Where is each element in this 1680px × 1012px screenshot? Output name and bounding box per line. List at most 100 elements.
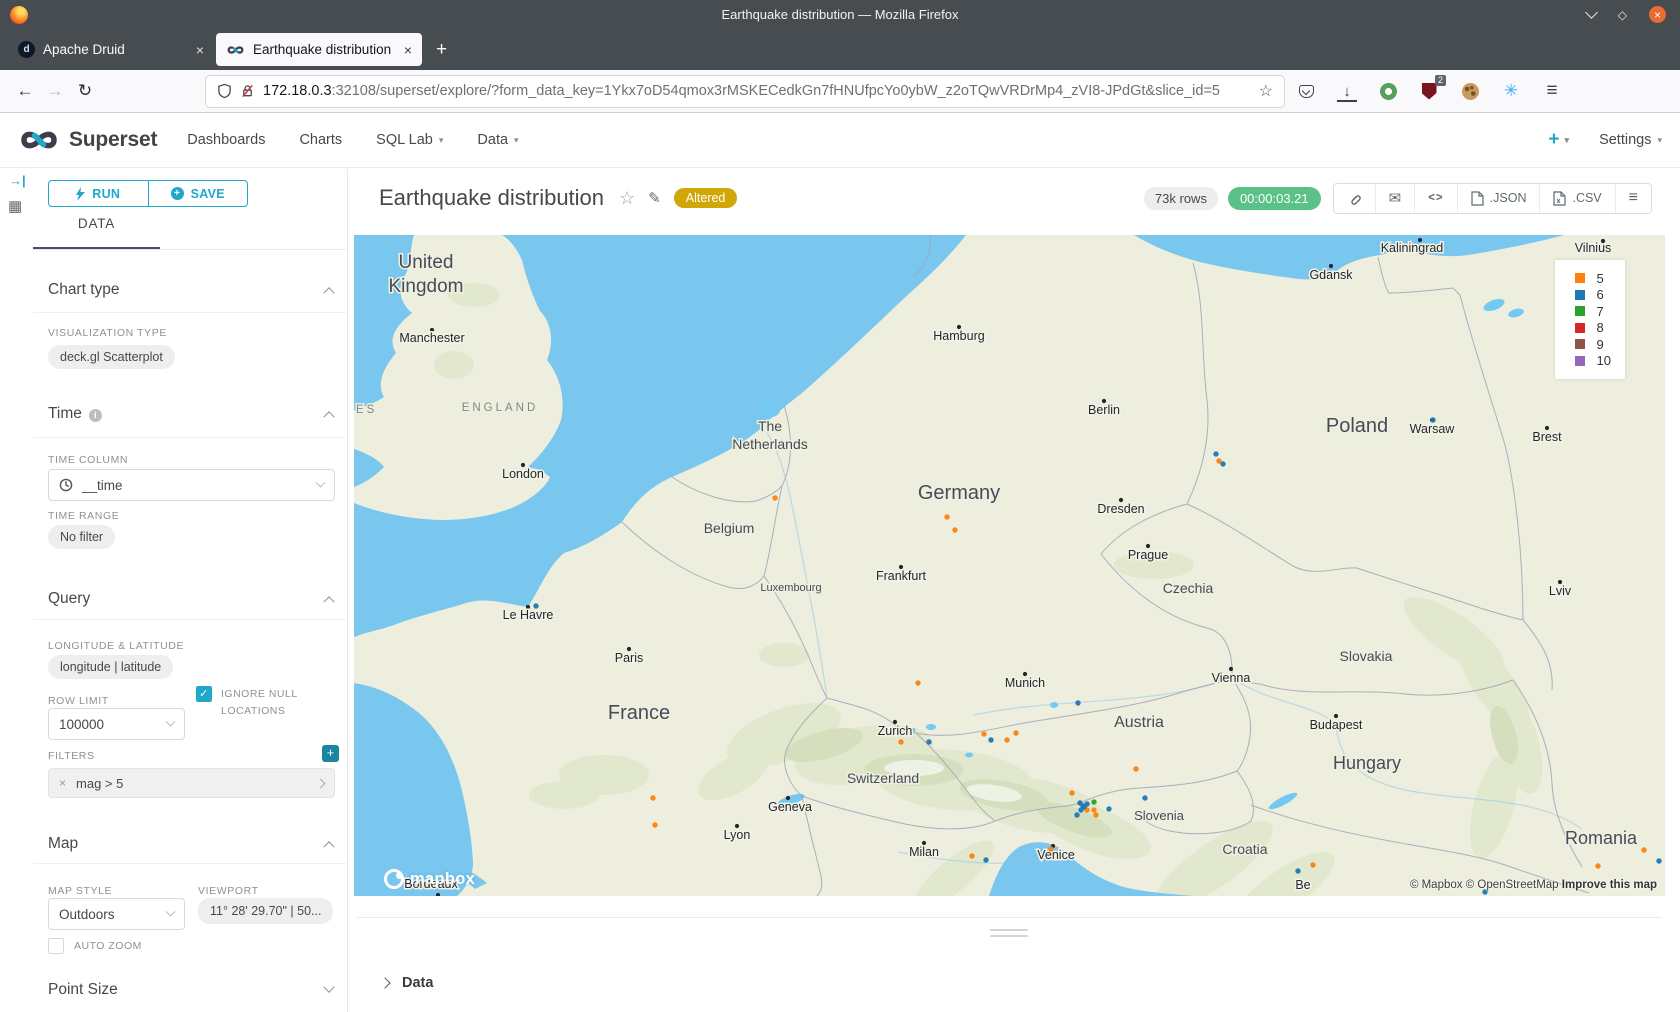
- extension-asterisk-icon[interactable]: ✳: [1501, 81, 1521, 101]
- menu-button[interactable]: ≡: [1542, 81, 1562, 101]
- adblock-extension-icon[interactable]: 2: [1419, 81, 1439, 101]
- chevron-up-icon[interactable]: [323, 287, 334, 298]
- viewport-pill[interactable]: 11° 28' 29.70" | 50...: [198, 898, 333, 924]
- edit-icon[interactable]: ✎: [648, 189, 661, 207]
- window-titlebar: Earthquake distribution — Mozilla Firefo…: [0, 0, 1680, 29]
- nav-item-data[interactable]: Data▾: [477, 132, 518, 148]
- section-chart-type[interactable]: Chart type: [48, 281, 333, 299]
- run-button[interactable]: RUN: [48, 180, 149, 207]
- auto-zoom-checkbox[interactable]: [48, 938, 64, 954]
- section-point-size[interactable]: Point Size: [48, 981, 333, 999]
- superset-brand[interactable]: Superset: [18, 127, 157, 153]
- cookie-extension-icon[interactable]: [1460, 81, 1480, 101]
- map-style-select[interactable]: Outdoors: [48, 898, 185, 930]
- privacy-extension-icon[interactable]: [1378, 81, 1398, 101]
- remove-filter-icon[interactable]: ×: [49, 776, 76, 790]
- viz-type-pill[interactable]: deck.gl Scatterplot: [48, 345, 175, 369]
- share-link-button[interactable]: [1334, 184, 1375, 213]
- svg-text:Venice: Venice: [1037, 848, 1075, 862]
- deckgl-map[interactable]: UnitedKingdomFranceGermanyTheNetherlands…: [354, 235, 1665, 896]
- map-attribution: © Mapbox © OpenStreetMap Improve this ma…: [1410, 879, 1657, 891]
- chevron-right-icon[interactable]: [316, 778, 326, 788]
- viewport-label: VIEWPORT: [198, 885, 259, 897]
- data-panel-toggle[interactable]: Data: [381, 975, 433, 991]
- add-filter-button[interactable]: +: [322, 745, 339, 762]
- chevron-down-icon: [166, 716, 176, 726]
- map-style-label: MAP STYLE: [48, 885, 112, 897]
- superset-logo-icon: [18, 127, 60, 153]
- svg-text:Hamburg: Hamburg: [933, 329, 984, 343]
- svg-text:Frankfurt: Frankfurt: [876, 569, 927, 583]
- time-range-pill[interactable]: No filter: [48, 525, 115, 549]
- bookmark-star-icon[interactable]: ☆: [1259, 81, 1273, 101]
- window-close-icon[interactable]: ×: [1649, 6, 1666, 23]
- section-query[interactable]: Query: [48, 590, 333, 608]
- tab-bar: d Apache Druid × Earthquake distribution…: [0, 29, 1680, 70]
- section-time[interactable]: Timei: [48, 405, 333, 423]
- back-button[interactable]: ←: [10, 76, 40, 106]
- download-icon[interactable]: ↓: [1337, 81, 1357, 101]
- chevron-up-icon[interactable]: [323, 841, 334, 852]
- nav-item-dashboards[interactable]: Dashboards: [187, 132, 265, 148]
- chevron-up-icon[interactable]: [323, 411, 334, 422]
- nav-item-charts[interactable]: Charts: [299, 132, 342, 148]
- chevron-down-icon[interactable]: [323, 982, 334, 993]
- tab-earthquake-distribution[interactable]: Earthquake distribution ×: [216, 33, 422, 66]
- chart-container-border: [357, 917, 1662, 918]
- svg-text:Geneva: Geneva: [768, 800, 812, 814]
- svg-text:ENGLAND: ENGLAND: [462, 402, 539, 414]
- settings-menu[interactable]: Settings▾: [1599, 132, 1662, 148]
- clock-icon: [59, 478, 73, 492]
- window-minimize-icon[interactable]: [1585, 6, 1598, 19]
- favorite-star-icon[interactable]: ☆: [619, 188, 635, 209]
- time-column-select[interactable]: __time: [48, 469, 335, 501]
- svg-text:Vienna: Vienna: [1212, 671, 1251, 685]
- datasource-grid-icon[interactable]: ▦: [8, 197, 22, 215]
- lock-insecure-icon[interactable]: [240, 83, 255, 99]
- pocket-icon[interactable]: [1296, 81, 1316, 101]
- svg-text:Netherlands: Netherlands: [732, 436, 808, 452]
- chevron-up-icon[interactable]: [323, 596, 334, 607]
- file-x-icon: [1553, 191, 1566, 206]
- lonlat-pill[interactable]: longitude | latitude: [48, 655, 173, 679]
- mapbox-logo[interactable]: mapbox: [384, 869, 475, 889]
- svg-text:London: London: [502, 467, 544, 481]
- add-new-button[interactable]: +▾: [1548, 129, 1569, 151]
- druid-icon: d: [18, 41, 35, 58]
- extension-badge: 2: [1435, 75, 1446, 86]
- shield-permissions-icon[interactable]: [217, 83, 232, 99]
- viz-type-label: VISUALIZATION TYPE: [48, 327, 167, 339]
- ignore-null-checkbox[interactable]: ✓: [196, 686, 212, 702]
- tab-close-icon[interactable]: ×: [196, 42, 204, 58]
- url-toolbar: ← → ↻ 172.18.0.3:32108/superset/explore/…: [0, 70, 1680, 113]
- svg-text:Prague: Prague: [1128, 548, 1168, 562]
- svg-text:The: The: [758, 418, 782, 434]
- reload-button[interactable]: ↻: [70, 76, 100, 106]
- tab-close-icon[interactable]: ×: [404, 42, 412, 58]
- filters-label: FILTERS: [48, 750, 95, 762]
- map-canvas: UnitedKingdomFranceGermanyTheNetherlands…: [354, 235, 1665, 896]
- collapse-panel-icon[interactable]: →|: [9, 173, 26, 188]
- filter-pill[interactable]: × mag > 5: [48, 768, 335, 798]
- url-input[interactable]: 172.18.0.3:32108/superset/explore/?form_…: [206, 76, 1284, 107]
- chart-menu-button[interactable]: ≡: [1615, 184, 1651, 213]
- tab-apache-druid[interactable]: d Apache Druid ×: [8, 33, 214, 66]
- save-button[interactable]: + SAVE: [148, 180, 249, 207]
- window-maximize-icon[interactable]: ◇: [1618, 9, 1627, 21]
- forward-button[interactable]: →: [40, 76, 70, 106]
- row-limit-select[interactable]: 100000: [48, 708, 185, 740]
- export-json-button[interactable]: .JSON: [1457, 184, 1540, 213]
- file-icon: [1471, 191, 1484, 206]
- section-map[interactable]: Map: [48, 835, 333, 853]
- svg-text:Croatia: Croatia: [1222, 841, 1267, 857]
- embed-code-button[interactable]: <>: [1414, 184, 1456, 213]
- email-button[interactable]: ✉: [1375, 184, 1415, 213]
- improve-map-link[interactable]: Improve this map: [1562, 879, 1657, 891]
- export-csv-button[interactable]: .CSV: [1539, 184, 1614, 213]
- resize-handle[interactable]: [989, 929, 1029, 941]
- new-tab-button[interactable]: +: [436, 39, 447, 61]
- svg-text:Lyon: Lyon: [724, 828, 751, 842]
- nav-item-sql-lab[interactable]: SQL Lab▾: [376, 132, 443, 148]
- tab-data[interactable]: DATA: [33, 216, 160, 231]
- svg-text:Kaliningrad: Kaliningrad: [1381, 241, 1444, 255]
